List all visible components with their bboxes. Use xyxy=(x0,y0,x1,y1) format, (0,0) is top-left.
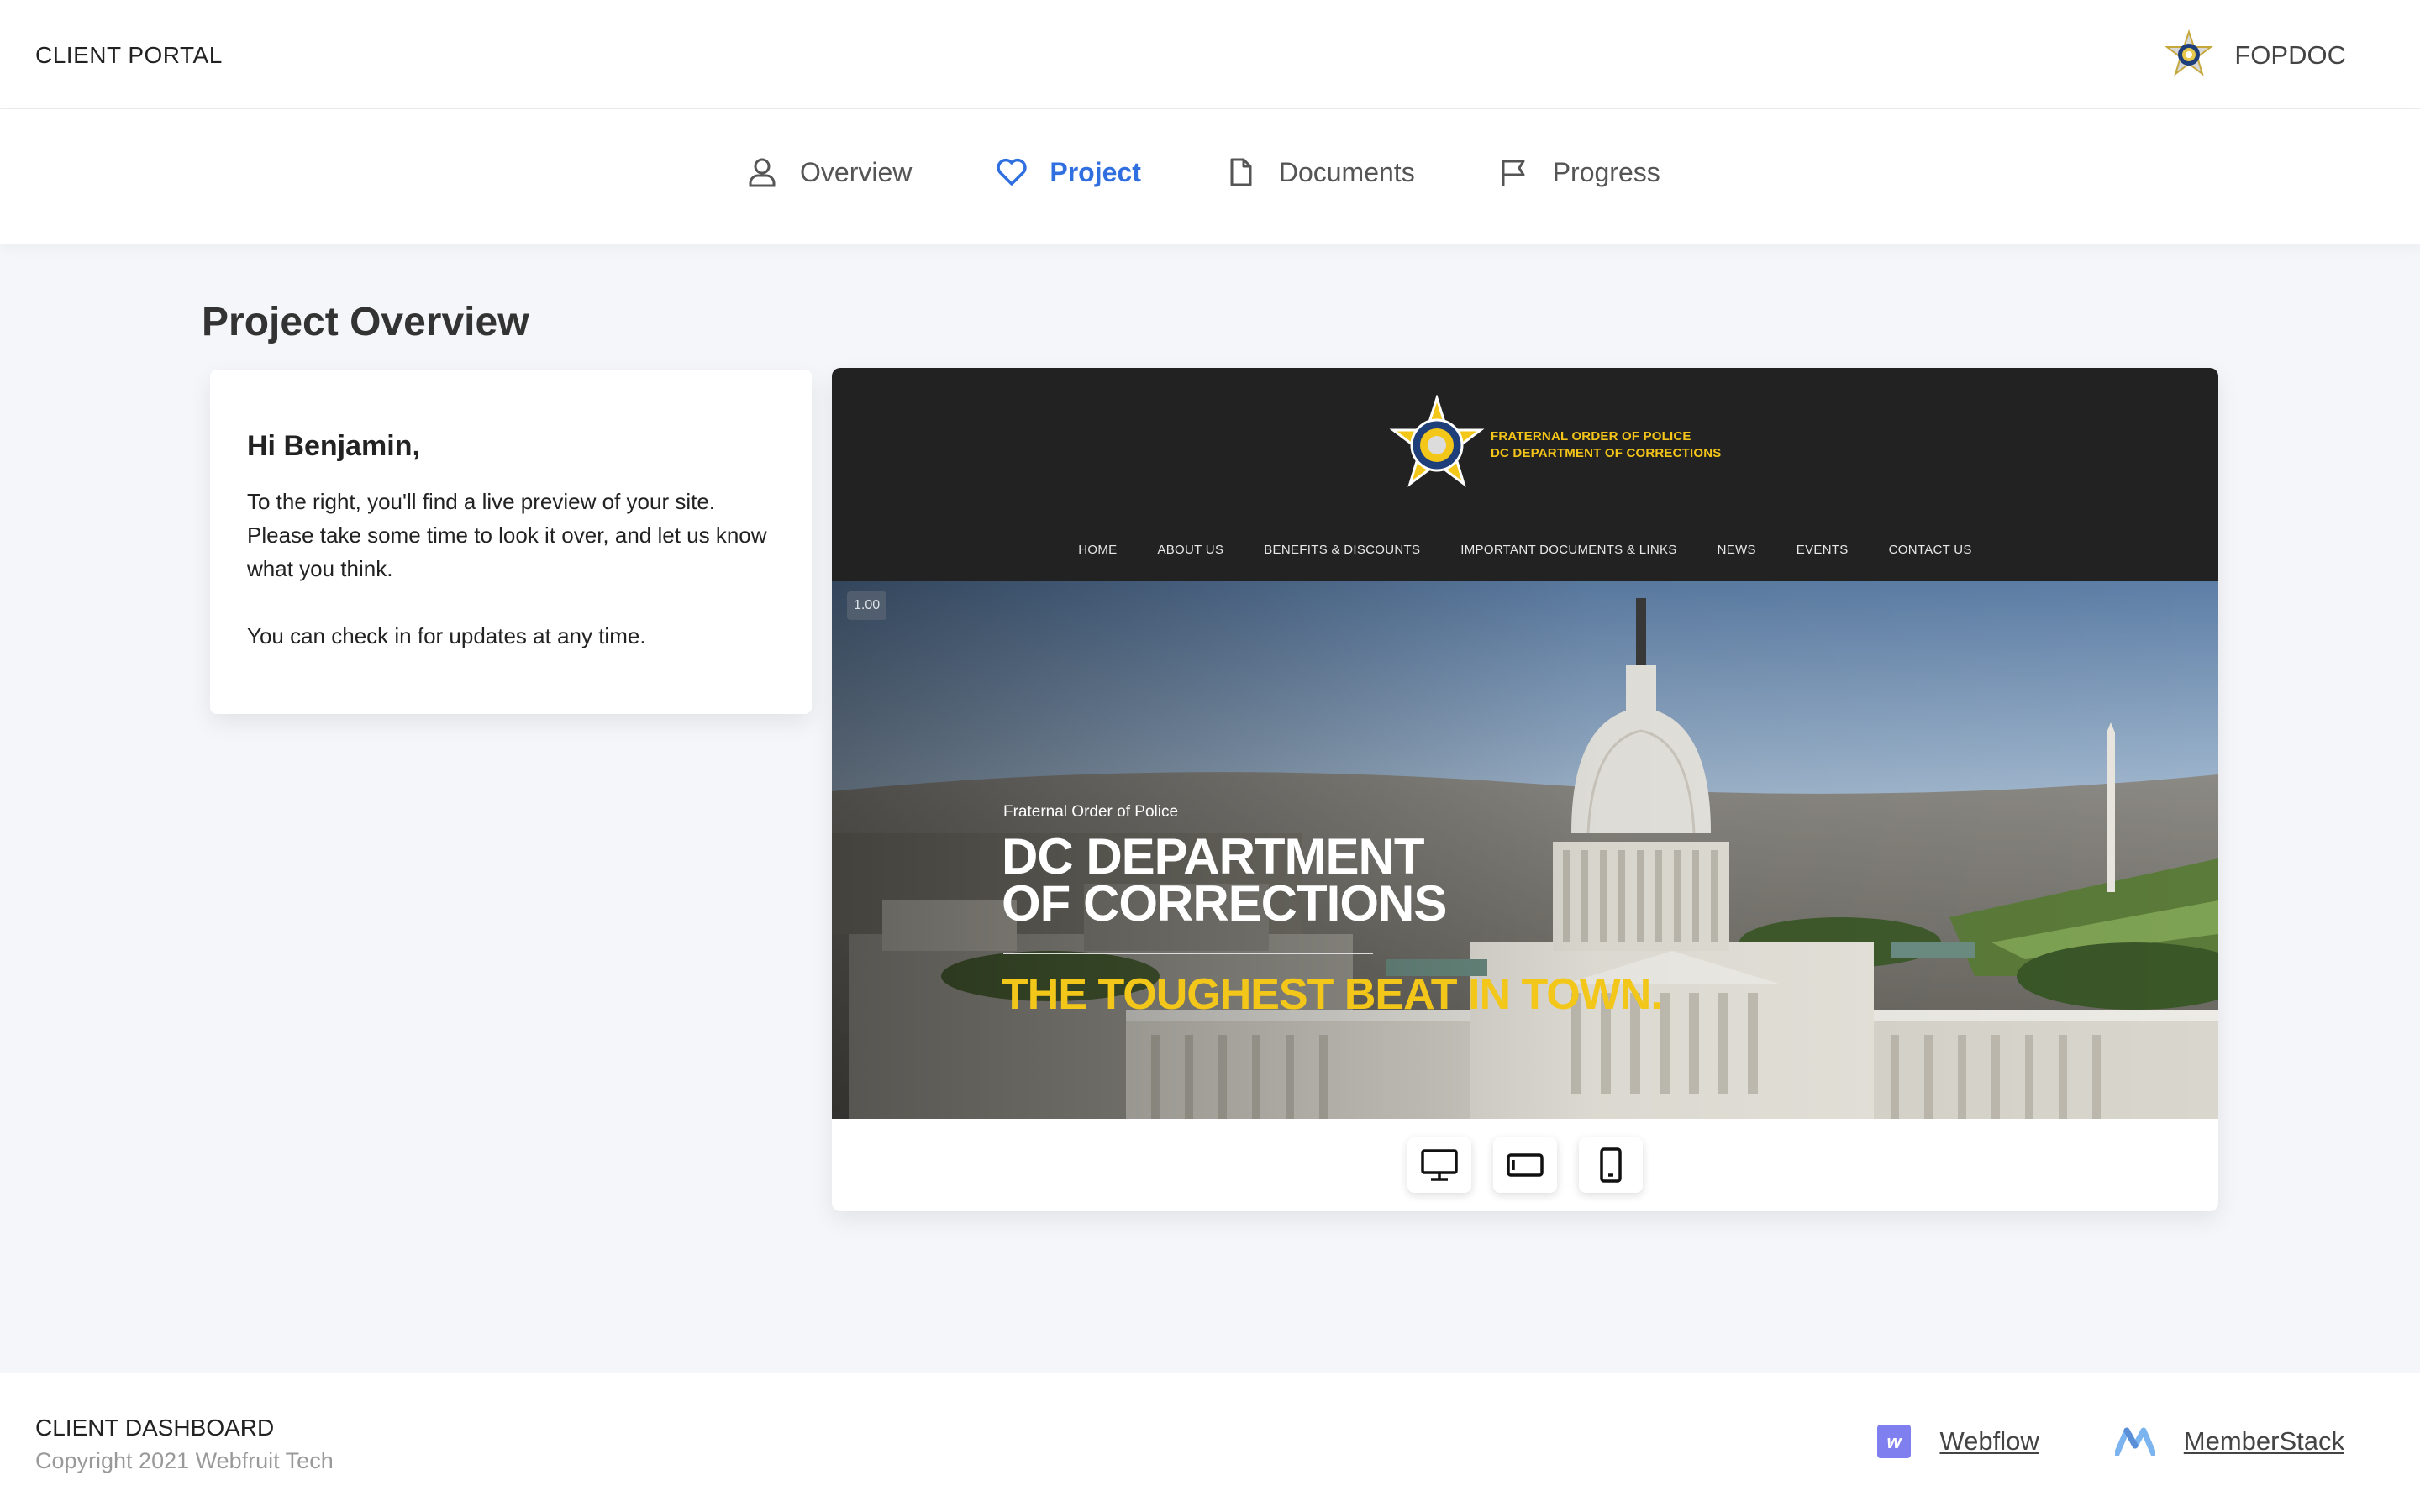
hero-eyebrow: Fraternal Order of Police xyxy=(1003,803,1179,821)
preview-menu-events[interactable]: EVENTS xyxy=(1797,543,1849,557)
preview-logo-line-1: FRATERNAL ORDER OF POLICE xyxy=(1491,429,1691,444)
intro-paragraph-2: You can check in for updates at any time… xyxy=(247,623,646,648)
fop-star-badge-icon xyxy=(1389,395,1485,487)
tab-overview[interactable]: Overview xyxy=(746,156,912,188)
preview-menu-about[interactable]: ABOUT US xyxy=(1157,543,1223,557)
hero-title: DC DEPARTMENT OF CORRECTIONS xyxy=(1002,828,1447,932)
webflow-link-label[interactable]: Webflow xyxy=(1939,1426,2039,1457)
hero-divider xyxy=(1003,953,1373,954)
user-icon xyxy=(749,158,776,187)
footer-title: CLIENT DASHBOARD xyxy=(35,1415,275,1441)
footer: CLIENT DASHBOARD Copyright 2021 Webfruit… xyxy=(0,1373,2420,1512)
intro-card: Hi Benjamin, To the right, you'll find a… xyxy=(210,370,812,714)
flag-icon xyxy=(1502,160,1525,186)
greeting: Hi Benjamin, xyxy=(247,430,420,462)
tab-navigation: Overview Project Documents Progress xyxy=(0,109,2420,244)
preview-logo-line-2: DC DEPARTMENT OF CORRECTIONS xyxy=(1491,446,1722,460)
zoom-level-badge: 1.00 xyxy=(847,591,887,620)
tab-project[interactable]: Project xyxy=(996,156,1141,188)
tablet-view-button[interactable] xyxy=(1493,1137,1557,1193)
document-icon xyxy=(1230,158,1252,186)
tab-progress-label: Progress xyxy=(1552,156,1660,187)
tab-project-label: Project xyxy=(1050,156,1141,187)
preview-hero: 1.00 Fraternal Order of Police DC DEPART… xyxy=(832,581,2218,1119)
top-bar: CLIENT PORTAL FOPDOC xyxy=(0,0,2420,109)
tab-progress[interactable]: Progress xyxy=(1499,156,1660,188)
tab-documents[interactable]: Documents xyxy=(1225,156,1415,188)
memberstack-link[interactable]: MemberStack xyxy=(2114,1426,2344,1457)
org-name: FOPDOC xyxy=(2234,40,2346,70)
desktop-view-button[interactable] xyxy=(1407,1137,1471,1193)
tab-documents-label: Documents xyxy=(1278,156,1415,187)
webflow-link[interactable]: w Webflow xyxy=(1877,1425,2039,1458)
desktop-icon xyxy=(1421,1149,1458,1181)
device-switcher xyxy=(832,1119,2218,1211)
footer-copyright: Copyright 2021 Webfruit Tech xyxy=(35,1448,334,1473)
portal-brand[interactable]: CLIENT PORTAL xyxy=(35,42,223,69)
account-menu[interactable]: FOPDOC xyxy=(2162,29,2346,82)
preview-menu-home[interactable]: HOME xyxy=(1078,543,1117,557)
svg-text:w: w xyxy=(1887,1431,1903,1452)
intro-paragraph-1: To the right, you'll find a live preview… xyxy=(247,489,767,581)
preview-menu-benefits[interactable]: BENEFITS & DISCOUNTS xyxy=(1264,543,1420,557)
phone-view-button[interactable] xyxy=(1579,1137,1643,1193)
memberstack-icon xyxy=(2114,1427,2155,1456)
preview-site-menu: HOME ABOUT US BENEFITS & DISCOUNTS IMPOR… xyxy=(832,543,2218,557)
tablet-icon xyxy=(1507,1153,1544,1177)
preview-menu-documents[interactable]: IMPORTANT DOCUMENTS & LINKS xyxy=(1460,543,1676,557)
site-preview: FRATERNAL ORDER OF POLICE DC DEPARTMENT … xyxy=(832,368,2218,1211)
preview-site-logo[interactable]: FRATERNAL ORDER OF POLICE DC DEPARTMENT … xyxy=(1386,395,1722,496)
memberstack-link-label[interactable]: MemberStack xyxy=(2184,1426,2344,1457)
preview-menu-news[interactable]: NEWS xyxy=(1718,543,1756,557)
tab-overview-label: Overview xyxy=(800,156,913,187)
preview-menu-contact[interactable]: CONTACT US xyxy=(1889,543,1972,557)
phone-icon xyxy=(1600,1147,1622,1183)
heart-icon xyxy=(997,158,1027,186)
preview-site-header: FRATERNAL ORDER OF POLICE DC DEPARTMENT … xyxy=(832,368,2218,581)
page-title: Project Overview xyxy=(202,300,529,344)
fop-star-badge-icon xyxy=(2165,29,2214,76)
webflow-icon: w xyxy=(1877,1425,1912,1458)
hero-tagline: THE TOUGHEST BEAT IN TOWN. xyxy=(1002,970,1663,1019)
